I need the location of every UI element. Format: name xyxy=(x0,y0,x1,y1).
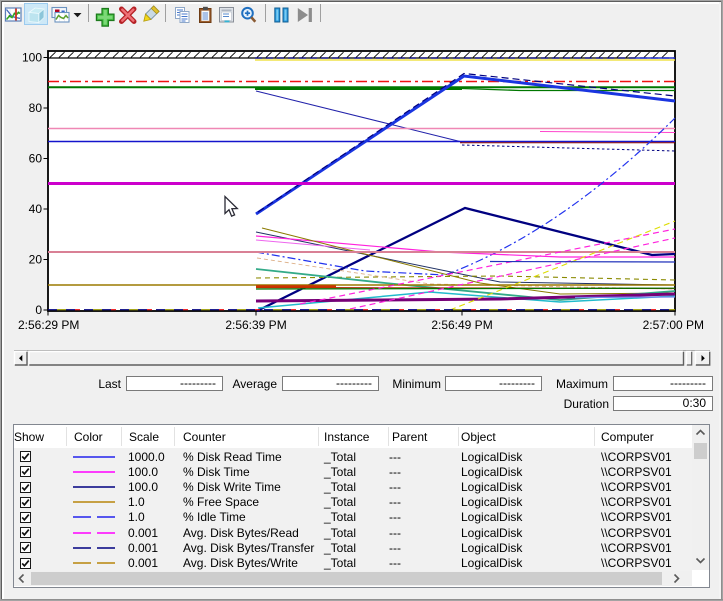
svg-text:100: 100 xyxy=(22,51,42,65)
svg-text:20: 20 xyxy=(29,253,43,267)
svg-text:0: 0 xyxy=(35,303,42,317)
svg-text:40: 40 xyxy=(29,202,43,216)
svg-text:60: 60 xyxy=(29,152,43,166)
svg-text:2:57:00 PM: 2:57:00 PM xyxy=(643,318,704,332)
svg-text:2:56:49 PM: 2:56:49 PM xyxy=(431,318,492,332)
svg-text:2:56:29 PM: 2:56:29 PM xyxy=(18,318,79,332)
svg-text:80: 80 xyxy=(29,101,43,115)
svg-text:2:56:39 PM: 2:56:39 PM xyxy=(225,318,286,332)
